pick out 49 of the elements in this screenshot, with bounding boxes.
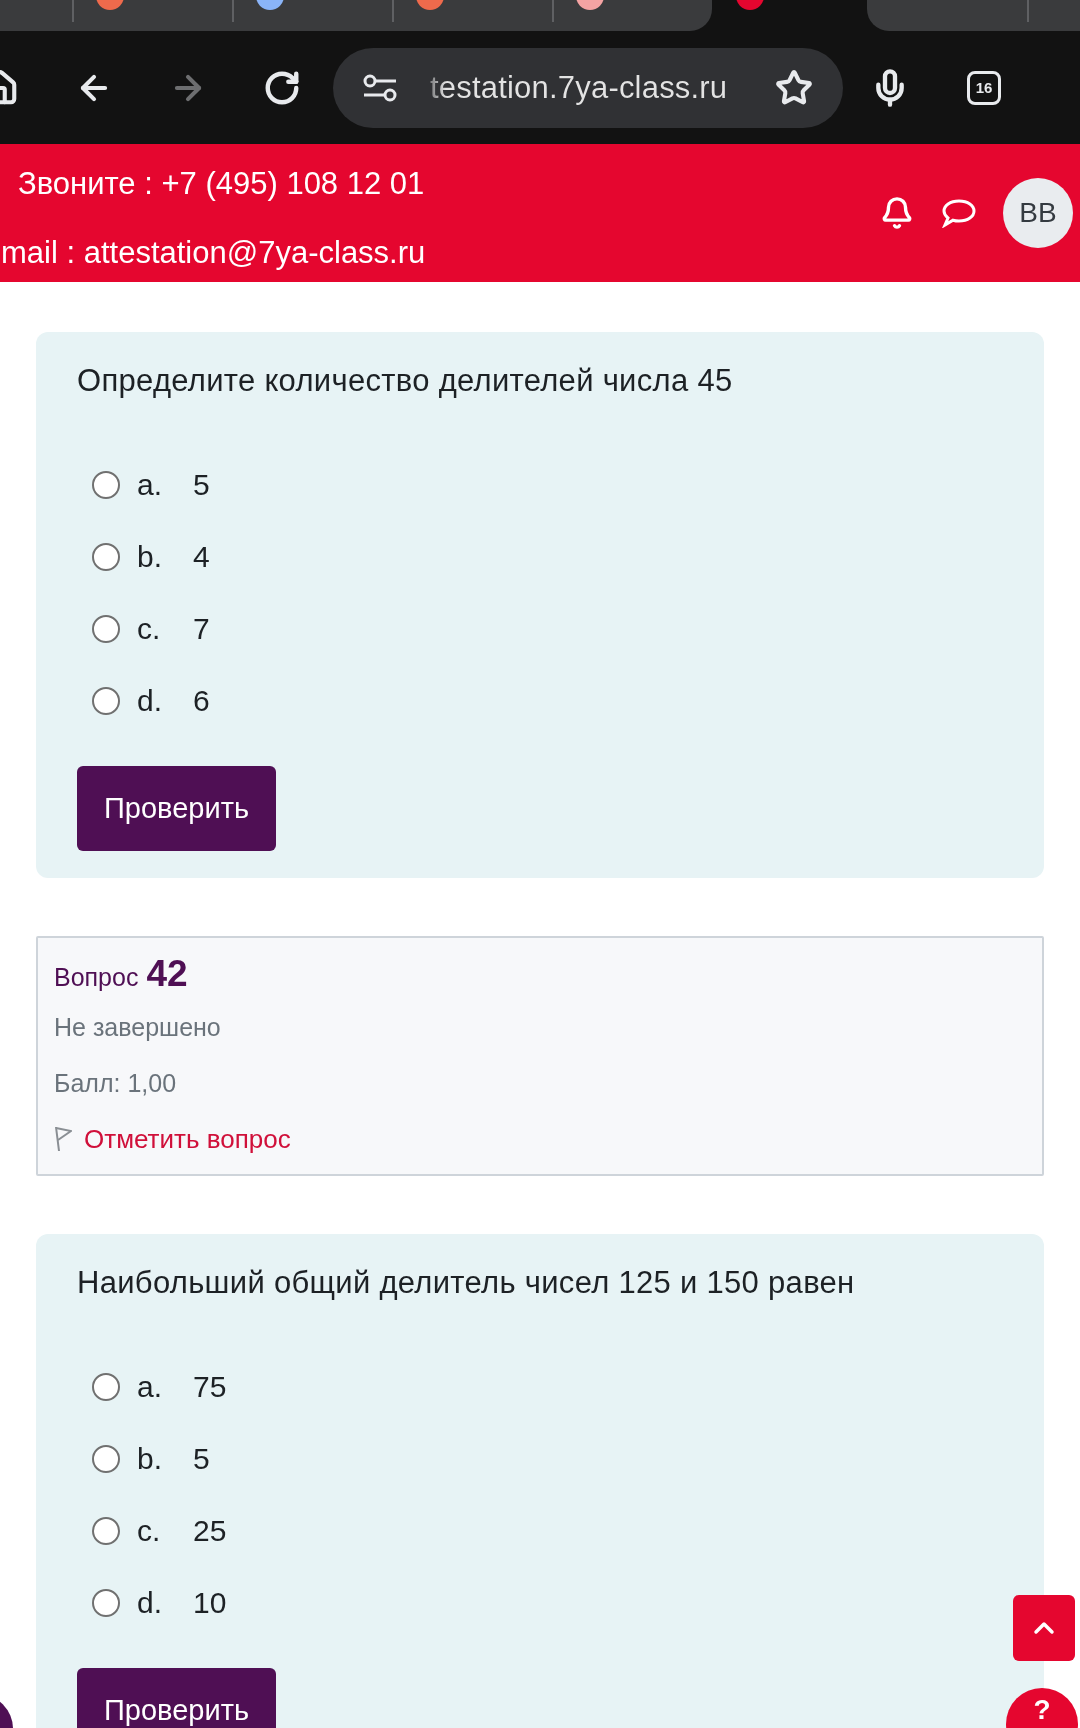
option-text: 7 <box>193 612 210 646</box>
option-text: 10 <box>193 1586 227 1620</box>
radio-button[interactable] <box>92 615 120 643</box>
chat-icon <box>942 198 976 228</box>
option-letter: c. <box>137 612 162 646</box>
option-text: 75 <box>193 1370 227 1404</box>
option-letter: b. <box>137 1442 164 1476</box>
flag-question-link[interactable]: Отметить вопрос <box>54 1124 291 1154</box>
flag-icon <box>54 1126 72 1152</box>
bell-icon <box>880 196 914 230</box>
radio-button[interactable] <box>92 1517 120 1545</box>
browser-tab[interactable] <box>392 0 552 31</box>
email-text: mail : attestation@7ya-class.ru <box>1 235 426 271</box>
option-letter: d. <box>137 684 164 718</box>
help-button[interactable]: ? <box>1006 1688 1078 1728</box>
radio-button[interactable] <box>92 687 120 715</box>
check-button[interactable]: Проверить <box>77 1668 277 1728</box>
check-button[interactable]: Проверить <box>77 766 277 851</box>
option-text: 25 <box>193 1514 227 1548</box>
radio-button[interactable] <box>92 1589 120 1617</box>
tab-count-button[interactable]: 16 <box>967 70 1001 105</box>
question-status: Не завершено <box>54 1012 221 1042</box>
option-text: 5 <box>193 468 210 502</box>
option-text: 6 <box>193 684 210 718</box>
tune-icon <box>363 73 397 102</box>
radio-button[interactable] <box>92 471 120 499</box>
option-letter: b. <box>137 540 164 574</box>
question-label: Вопрос <box>54 963 139 992</box>
question-number: 42 <box>146 953 188 995</box>
option-text: 5 <box>193 1442 210 1476</box>
option-letter: a. <box>137 1370 164 1404</box>
radio-button[interactable] <box>92 1445 120 1473</box>
question-grade: Балл: 1,00 <box>54 1068 177 1098</box>
user-avatar[interactable]: BB <box>1003 178 1073 248</box>
bookmark-star-icon[interactable] <box>775 68 813 107</box>
browser-tab[interactable] <box>232 0 392 31</box>
radio-button[interactable] <box>92 1373 120 1401</box>
question-text: Определите количество делителей числа 45 <box>77 363 733 399</box>
address-bar[interactable]: testation.7ya-class.ru <box>333 47 843 128</box>
option-text: 4 <box>193 540 210 574</box>
option-letter: d. <box>137 1586 164 1620</box>
browser-tab[interactable] <box>72 0 232 31</box>
radio-button[interactable] <box>92 543 120 571</box>
scroll-to-top-button[interactable] <box>1013 1595 1075 1661</box>
option-letter: a. <box>137 468 164 502</box>
browser-tab[interactable] <box>552 0 712 31</box>
option-letter: c. <box>137 1514 162 1548</box>
question-text: Наибольший общий делитель чисел 125 и 150 равен <box>77 1265 855 1301</box>
phone-text: Звоните : +7 (495) 108 12 01 <box>18 166 426 202</box>
